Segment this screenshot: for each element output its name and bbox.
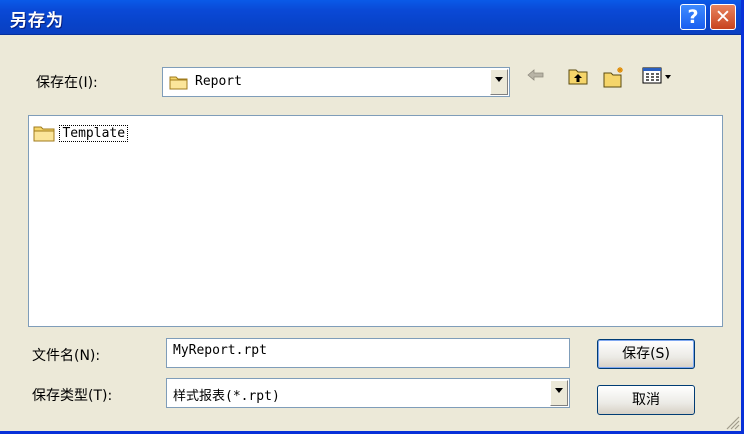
back-arrow-icon[interactable]	[526, 66, 546, 84]
filename-input[interactable]: MyReport.rpt	[166, 338, 570, 368]
title-bar[interactable]: 另存为 ? ✕	[0, 0, 741, 35]
new-folder-icon[interactable]	[602, 66, 626, 88]
list-item[interactable]: Template	[33, 124, 129, 146]
resize-grip-icon[interactable]	[724, 414, 740, 430]
folder-icon	[169, 76, 188, 90]
up-folder-icon[interactable]	[567, 66, 589, 86]
close-icon: ✕	[715, 6, 731, 28]
file-name: Template	[59, 124, 129, 142]
view-menu-icon[interactable]	[642, 66, 676, 86]
file-list[interactable]: Template	[28, 115, 723, 327]
filename-label: 文件名(N):	[32, 348, 101, 364]
help-icon: ?	[687, 6, 699, 28]
help-button[interactable]: ?	[680, 4, 706, 30]
dialog-title: 另存为	[10, 11, 64, 31]
save-in-label: 保存在(I):	[36, 75, 98, 91]
filetype-label: 保存类型(T):	[32, 388, 113, 404]
cancel-button[interactable]: 取消	[597, 385, 695, 415]
save-as-dialog: 另存为 ? ✕ 保存在(I): Report Template 文件名(N): …	[0, 0, 744, 434]
save-in-dropdown[interactable]: Report	[162, 67, 510, 97]
filetype-dropdown-arrow[interactable]	[550, 380, 568, 406]
filetype-value: 样式报表(*.rpt)	[173, 389, 280, 404]
save-button[interactable]: 保存(S)	[597, 339, 695, 369]
filetype-dropdown[interactable]: 样式报表(*.rpt)	[166, 378, 570, 408]
save-in-dropdown-arrow[interactable]	[490, 69, 508, 95]
save-in-value: Report	[195, 74, 242, 89]
folder-icon	[33, 126, 55, 142]
close-button[interactable]: ✕	[710, 4, 736, 30]
